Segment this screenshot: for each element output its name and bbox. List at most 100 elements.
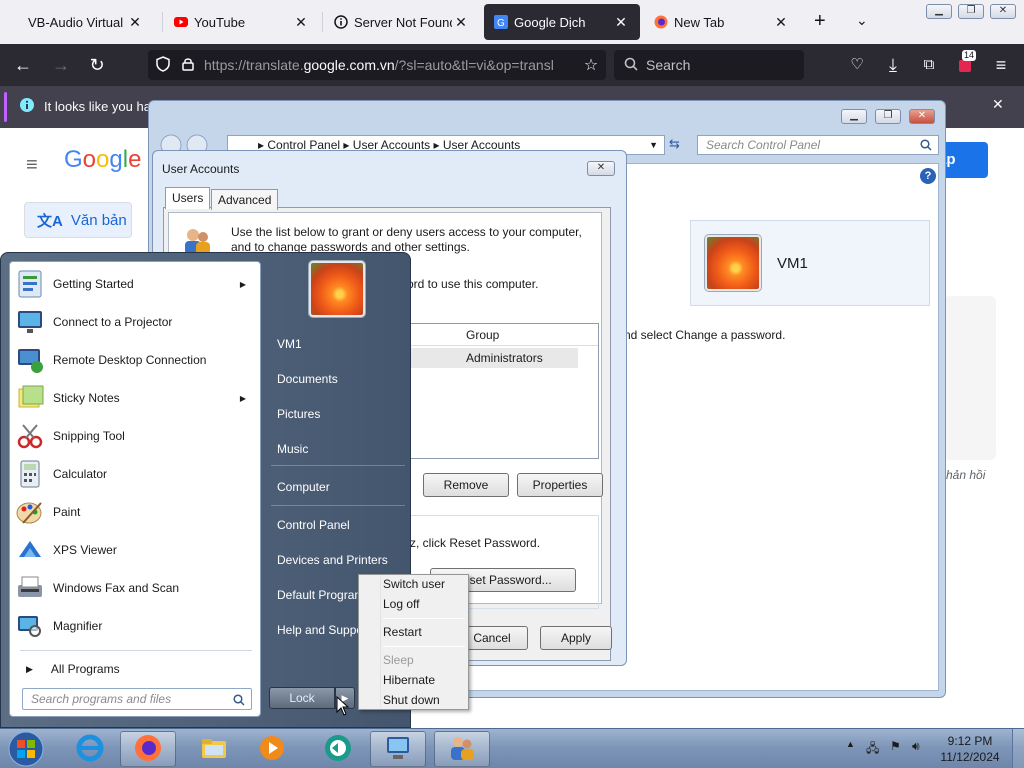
start-link-default-programs[interactable]: Default Programs — [277, 588, 370, 602]
menu-item-hibernate[interactable]: Hibernate — [383, 673, 435, 687]
start-link-music[interactable]: Music — [277, 442, 308, 456]
refresh-icon[interactable]: ⇆ — [669, 136, 680, 152]
action-center-flag-icon[interactable]: ⚑ — [890, 739, 901, 753]
close-icon[interactable]: ✕ — [612, 14, 630, 31]
start-link-control-panel[interactable]: Control Panel — [277, 518, 350, 532]
program-magnifier[interactable]: Magnifier — [14, 608, 258, 644]
tab-youtube[interactable]: YouTube ✕ — [164, 4, 320, 40]
program-calculator[interactable]: Calculator — [14, 456, 258, 492]
user-card[interactable]: VM1 — [690, 220, 930, 306]
url-bar[interactable]: https://translate.google.com.vn/?sl=auto… — [148, 50, 606, 80]
text-mode-button[interactable]: 文A Văn bản — [24, 202, 132, 238]
start-link-computer[interactable]: Computer — [277, 480, 330, 494]
taskbar-media-player-button[interactable] — [244, 731, 300, 767]
mouse-cursor-icon — [336, 695, 350, 719]
system-clock[interactable]: 9:12 PM 11/12/2024 — [930, 733, 1010, 765]
feedback-link[interactable]: hản hồi — [946, 468, 985, 482]
show-desktop-button[interactable] — [1012, 729, 1024, 768]
users-icon — [447, 733, 477, 766]
menu-item-sleep: Sleep — [383, 653, 414, 667]
forward-button[interactable]: → — [48, 52, 74, 78]
addon-icon[interactable]: 14 — [952, 50, 978, 78]
folder-icon — [199, 733, 229, 766]
start-link-documents[interactable]: Documents — [277, 372, 338, 386]
volume-icon[interactable]: 🔊︎ — [912, 739, 920, 754]
user-avatar[interactable] — [309, 261, 365, 317]
tab-vb-audio[interactable]: VB-Audio Virtual Ap ✕ — [18, 4, 154, 40]
lock-icon[interactable] — [182, 57, 194, 74]
program-fax-and-scan[interactable]: Windows Fax and Scan — [14, 570, 258, 606]
show-hidden-icons-button[interactable]: ▲ — [846, 739, 855, 749]
start-link-help-support[interactable]: Help and Support — [277, 623, 370, 637]
help-icon[interactable]: ? — [920, 168, 936, 184]
program-remote-desktop[interactable]: Remote Desktop Connection — [14, 342, 258, 378]
start-search-input[interactable]: Search programs and files — [22, 688, 252, 710]
snipping-tool-icon — [14, 420, 46, 452]
program-snipping-tool[interactable]: Snipping Tool — [14, 418, 258, 454]
getting-started-icon — [14, 268, 46, 300]
maximize-button[interactable]: ❐ — [875, 109, 901, 124]
program-sticky-notes[interactable]: Sticky Notes ▶ — [14, 380, 258, 416]
chevron-down-icon[interactable]: ▼ — [649, 136, 658, 154]
user-list[interactable]: Group Administrators — [409, 323, 599, 459]
network-icon[interactable]: 🖧 — [866, 739, 879, 760]
menu-item-log-off[interactable]: Log off — [383, 597, 419, 611]
start-link-devices-printers[interactable]: Devices and Printers — [277, 553, 388, 567]
bookmark-star-icon[interactable]: ☆ — [576, 55, 606, 75]
close-button[interactable]: ✕ — [587, 161, 615, 176]
tab-new-tab[interactable]: New Tab ✕ — [644, 4, 800, 40]
close-icon[interactable]: ✕ — [992, 96, 1004, 113]
taskbar-explorer-button[interactable] — [186, 731, 242, 767]
menu-item-switch-user[interactable]: Switch user — [383, 577, 445, 591]
program-paint[interactable]: Paint — [14, 494, 258, 530]
program-getting-started[interactable]: Getting Started ▶ — [14, 266, 258, 302]
close-icon[interactable]: ✕ — [292, 14, 310, 31]
minimize-button[interactable]: ▁ — [926, 4, 952, 19]
shield-icon[interactable] — [156, 55, 170, 75]
taskbar-ie-button[interactable] — [62, 731, 118, 767]
lock-button[interactable]: Lock — [269, 687, 335, 709]
maximize-button[interactable]: ❐ — [958, 4, 984, 19]
user-name: VM1 — [777, 255, 808, 272]
close-button[interactable]: ✕ — [990, 4, 1016, 19]
menu-item-restart[interactable]: Restart — [383, 625, 422, 639]
program-xps-viewer[interactable]: XPS Viewer — [14, 532, 258, 568]
close-icon[interactable]: ✕ — [126, 14, 144, 31]
tab-google-dich[interactable]: G Google Dịch ✕ — [484, 4, 640, 40]
hamburger-menu-icon[interactable]: ≡ — [26, 154, 38, 177]
properties-button[interactable]: Properties — [517, 473, 603, 497]
tab-users[interactable]: Users — [165, 187, 211, 209]
paint-icon — [14, 496, 46, 528]
taskbar-firefox-button[interactable] — [120, 731, 176, 767]
close-icon[interactable]: ✕ — [772, 14, 790, 31]
remove-button[interactable]: Remove — [423, 473, 509, 497]
extensions-icon[interactable]: ⧉ — [916, 52, 942, 78]
table-row[interactable]: Administrators — [410, 348, 578, 368]
start-button[interactable] — [6, 730, 46, 768]
search-bar[interactable]: Search — [614, 50, 804, 80]
list-all-tabs-button[interactable]: ⌄ — [856, 12, 868, 29]
tab-server-not-found[interactable]: Server Not Found ✕ — [324, 4, 480, 40]
taskbar-control-panel-button[interactable] — [370, 731, 426, 767]
new-tab-button[interactable]: + — [814, 10, 826, 33]
apply-button[interactable]: Apply — [540, 626, 612, 650]
menu-icon[interactable]: ≡ — [988, 52, 1014, 78]
reload-button[interactable]: ↻ — [84, 52, 110, 78]
program-connect-to-projector[interactable]: Connect to a Projector — [14, 304, 258, 340]
control-panel-search-input[interactable]: Search Control Panel — [697, 135, 939, 155]
taskbar-user-accounts-button[interactable] — [434, 731, 490, 767]
tab-advanced[interactable]: Advanced — [211, 189, 279, 210]
close-icon[interactable]: ✕ — [452, 14, 470, 31]
pocket-icon[interactable]: ♡ — [844, 52, 870, 78]
group-column-header[interactable]: Group — [410, 324, 598, 346]
back-button[interactable]: ← — [10, 52, 36, 78]
menu-item-shut-down[interactable]: Shut down — [383, 693, 440, 707]
media-player-icon — [257, 733, 287, 766]
close-button[interactable]: ✕ — [909, 109, 935, 124]
downloads-icon[interactable]: ⤓ — [880, 52, 906, 78]
start-link-pictures[interactable]: Pictures — [277, 407, 320, 421]
start-link-vm1[interactable]: VM1 — [277, 337, 302, 351]
taskbar-app-button[interactable] — [310, 731, 366, 767]
all-programs-button[interactable]: ▶ All Programs — [14, 656, 258, 682]
minimize-button[interactable]: ▁ — [841, 109, 867, 124]
